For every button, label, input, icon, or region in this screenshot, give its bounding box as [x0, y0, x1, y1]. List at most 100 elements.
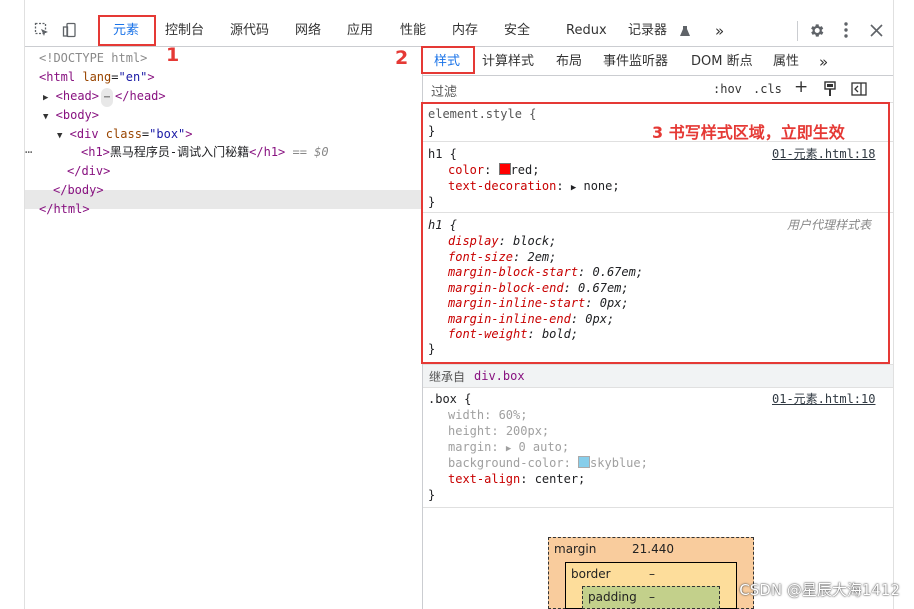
color-swatch[interactable]	[578, 456, 591, 468]
more-subtabs-button[interactable]: »	[819, 52, 828, 72]
border-label: border	[571, 567, 611, 581]
subtab-dom-breakpoints[interactable]: DOM 断点	[691, 52, 753, 72]
tab-application[interactable]: 应用	[347, 20, 373, 42]
styles-subtabs: 样式 计算样式 布局 事件监听器 DOM 断点 属性 »	[423, 47, 893, 76]
collapse-triangle-icon[interactable]: ▼	[43, 112, 48, 122]
html-lang-value: "en"	[118, 70, 148, 84]
head-open-tag: <head>	[55, 89, 100, 103]
inspect-element-icon[interactable]	[31, 19, 53, 41]
subtab-event-listeners[interactable]: 事件监听器	[603, 52, 668, 72]
rule-separator	[423, 507, 893, 508]
head-node[interactable]: ▶ <head> ⋯ </head>	[43, 87, 166, 107]
div-class-attr: class	[105, 127, 142, 141]
html-close-bracket: >	[147, 70, 155, 84]
box-model-padding[interactable]: padding –	[582, 586, 720, 609]
body-node[interactable]: ▼ <body>	[43, 106, 99, 125]
watermark: CSDN @星辰大海1412	[739, 581, 900, 599]
console-ref-marker: == $0	[285, 145, 329, 159]
padding-value[interactable]: –	[649, 590, 655, 604]
html-close-node[interactable]: </html>	[39, 200, 90, 219]
tab-memory[interactable]: 内存	[452, 20, 478, 42]
html-node[interactable]: <html lang="en">	[39, 68, 155, 87]
html-lang-attr: lang	[82, 70, 112, 84]
body-close-tag: </body>	[53, 183, 104, 197]
expand-triangle-icon[interactable]: ▶	[43, 93, 48, 103]
doctype-node[interactable]: <!DOCTYPE html>	[39, 49, 147, 68]
tab-network[interactable]: 网络	[295, 20, 321, 42]
padding-label: padding	[588, 590, 637, 604]
div-class-value: "box"	[149, 127, 186, 141]
border-value[interactable]: –	[649, 567, 655, 581]
tab-console[interactable]: 控制台	[165, 20, 204, 42]
annotation-number-1: 1	[166, 44, 180, 66]
subtab-layout[interactable]: 布局	[556, 52, 582, 72]
div-close-tag: </div>	[67, 164, 111, 178]
box-rule-close: }	[428, 488, 436, 502]
more-tabs-button[interactable]: »	[715, 20, 724, 42]
annotation-box-styles-tab	[421, 46, 475, 74]
inherited-selector-link[interactable]: div.box	[474, 369, 525, 383]
h1-open-tag: <h1>	[81, 145, 110, 159]
doctype-text: <!DOCTYPE html>	[39, 51, 148, 65]
toolbar-divider	[797, 21, 798, 41]
tab-sources[interactable]: 源代码	[230, 20, 269, 42]
inherited-from-label: 继承自	[429, 370, 466, 384]
box-rule-selector[interactable]: .box {	[428, 392, 471, 407]
property-value: center;	[534, 472, 586, 486]
flask-icon	[680, 26, 690, 41]
collapse-triangle-icon[interactable]: ▼	[57, 131, 62, 141]
paint-brush-icon[interactable]	[823, 81, 837, 101]
background-color-declaration[interactable]: background-color: skyblue;	[448, 456, 648, 471]
styles-filter-bar: 过滤 :hov .cls +	[423, 76, 893, 103]
property-name: width	[448, 408, 485, 422]
add-rule-button[interactable]: +	[794, 77, 808, 97]
h1-text: 黑马程序员-调试入门秘籍	[109, 145, 250, 159]
div-open-tag: <div	[69, 127, 99, 141]
inherited-section-header: 继承自 div.box	[423, 364, 893, 388]
class-toggle[interactable]: .cls	[753, 82, 782, 96]
width-declaration[interactable]: width: 60%;	[448, 408, 527, 423]
elements-panel: <!DOCTYPE html> <html lang="en"> ▶ <head…	[25, 47, 422, 609]
subtab-properties[interactable]: 属性	[773, 52, 799, 72]
property-value: skyblue;	[590, 456, 648, 470]
device-toolbar-icon[interactable]	[59, 19, 81, 41]
close-icon[interactable]	[865, 19, 887, 41]
div-node[interactable]: ▼ <div class="box">	[57, 125, 193, 144]
margin-declaration[interactable]: margin: ▶ 0 auto;	[448, 440, 569, 455]
property-value: 0 auto;	[518, 440, 570, 454]
div-close-node[interactable]: </div>	[67, 162, 110, 181]
annotation-number-2: 2	[395, 47, 409, 69]
box-rule-source-link[interactable]: 01-元素.html:10	[772, 392, 875, 407]
tab-security[interactable]: 安全	[504, 20, 530, 42]
expand-shorthand-icon[interactable]: ▶	[506, 444, 511, 454]
tab-recorder[interactable]: 记录器	[628, 20, 667, 42]
html-close-tag: </html>	[39, 202, 90, 216]
property-name: background-color	[448, 456, 564, 470]
row-options-dots[interactable]: ⋯	[25, 143, 32, 162]
margin-label: margin	[554, 542, 597, 556]
property-name: height	[448, 424, 492, 438]
property-name: margin	[448, 440, 492, 454]
hover-state-toggle[interactable]: :hov	[713, 82, 742, 96]
height-declaration[interactable]: height: 200px;	[448, 424, 549, 439]
tab-redux[interactable]: Redux	[566, 20, 607, 42]
filter-input[interactable]: 过滤	[431, 81, 457, 100]
h1-close-tag: </h1>	[249, 145, 286, 159]
gear-icon[interactable]	[805, 19, 827, 41]
h1-node[interactable]: <h1>黑马程序员-调试入门秘籍</h1> == $0	[81, 143, 329, 162]
annotation-box-elements-tab	[98, 15, 156, 46]
toggle-sidebar-icon[interactable]	[851, 82, 867, 100]
property-value: 60%;	[498, 408, 528, 422]
annotation-text-3: 3 书写样式区域，立即生效	[652, 123, 845, 142]
tab-performance[interactable]: 性能	[400, 20, 426, 42]
html-open-tag: <html	[39, 70, 76, 84]
body-close-node[interactable]: </body>	[53, 181, 104, 200]
body-open-tag: <body>	[55, 108, 100, 122]
kebab-menu-icon[interactable]	[835, 19, 857, 41]
collapsed-ellipsis[interactable]: ⋯	[101, 88, 114, 107]
subtab-computed[interactable]: 计算样式	[482, 52, 534, 72]
head-close-tag: </head>	[115, 89, 166, 103]
margin-value[interactable]: 21.440	[632, 542, 674, 556]
text-align-declaration[interactable]: text-align: center;	[448, 472, 585, 487]
div-close-bracket: >	[185, 127, 193, 141]
